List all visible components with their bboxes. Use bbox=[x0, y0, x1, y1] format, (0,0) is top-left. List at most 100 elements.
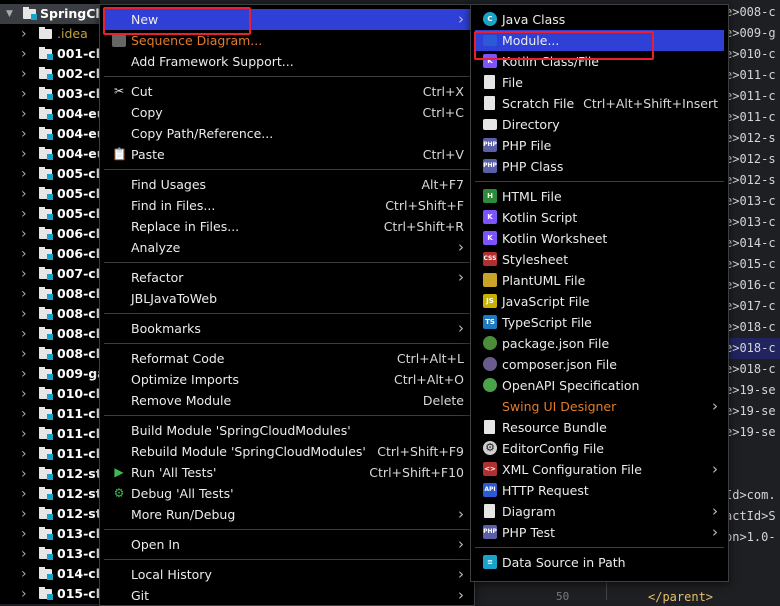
chevron-right-icon[interactable]: › bbox=[21, 444, 27, 464]
chevron-right-icon[interactable]: › bbox=[21, 164, 27, 184]
menu-item-openapi-specification[interactable]: OpenAPI Specification bbox=[475, 375, 724, 396]
menu-item-paste[interactable]: 📋 Paste Ctrl+V bbox=[104, 144, 470, 165]
chevron-right-icon[interactable]: › bbox=[21, 484, 27, 504]
menu-item-composer-json-file[interactable]: composer.json File bbox=[475, 354, 724, 375]
menu-item-java-class[interactable]: C Java Class bbox=[475, 9, 724, 30]
menu-item-html-file[interactable]: H HTML File bbox=[475, 186, 724, 207]
code-line[interactable]: e>011-c bbox=[725, 107, 776, 128]
menu-item-kotlin-worksheet[interactable]: K Kotlin Worksheet bbox=[475, 228, 724, 249]
menu-item-php-file[interactable]: PHP PHP File bbox=[475, 135, 724, 156]
code-line[interactable]: e>010-c bbox=[725, 44, 776, 65]
chevron-right-icon[interactable]: › bbox=[21, 244, 27, 264]
menu-item-scratch-file[interactable]: Scratch File Ctrl+Alt+Shift+Insert bbox=[475, 93, 724, 114]
menu-item-remove-module[interactable]: Remove Module Delete bbox=[104, 390, 470, 411]
menu-item-git[interactable]: Git › bbox=[104, 585, 470, 606]
code-line[interactable]: e>012-s bbox=[725, 149, 776, 170]
menu-item-plantuml-file[interactable]: PlantUML File bbox=[475, 270, 724, 291]
code-line[interactable]: e>016-c bbox=[725, 275, 776, 296]
project-root[interactable]: ▼ SpringClo bbox=[0, 4, 100, 24]
menu-item-run-all-tests[interactable]: ▶ Run 'All Tests' Ctrl+Shift+F10 bbox=[104, 462, 470, 483]
menu-item-jbljavatoweb[interactable]: JBLJavaToWeb bbox=[104, 288, 470, 309]
menu-item-optimize-imports[interactable]: Optimize Imports Ctrl+Alt+O bbox=[104, 369, 470, 390]
code-line[interactable]: e>19-se bbox=[725, 422, 776, 443]
menu-item-open-in[interactable]: Open In › bbox=[104, 534, 470, 555]
code-line[interactable]: e>011-c bbox=[725, 65, 776, 86]
code-line[interactable]: e>011-c bbox=[725, 86, 776, 107]
chevron-right-icon[interactable]: › bbox=[21, 144, 27, 164]
code-line[interactable]: e>017-c bbox=[725, 296, 776, 317]
code-line[interactable]: e>012-s bbox=[725, 170, 776, 191]
chevron-right-icon[interactable]: › bbox=[21, 64, 27, 84]
menu-item-analyze[interactable]: Analyze › bbox=[104, 237, 470, 258]
menu-item-build-module-springcloudmodules[interactable]: Build Module 'SpringCloudModules' bbox=[104, 420, 470, 441]
chevron-right-icon[interactable]: › bbox=[21, 384, 27, 404]
menu-item-data-source-in-path[interactable]: ≡ Data Source in Path bbox=[475, 552, 724, 573]
menu-item-rebuild-module-springcloudmodules[interactable]: Rebuild Module 'SpringCloudModules' Ctrl+… bbox=[104, 441, 470, 462]
chevron-right-icon[interactable]: › bbox=[21, 404, 27, 424]
code-line[interactable]: e>013-c bbox=[725, 212, 776, 233]
chevron-right-icon[interactable]: › bbox=[21, 284, 27, 304]
chevron-right-icon[interactable]: › bbox=[21, 424, 27, 444]
menu-item-find-in-files[interactable]: Find in Files... Ctrl+Shift+F bbox=[104, 195, 470, 216]
menu-item-resource-bundle[interactable]: Resource Bundle bbox=[475, 417, 724, 438]
code-line[interactable]: e>015-c bbox=[725, 254, 776, 275]
chevron-right-icon[interactable]: › bbox=[21, 324, 27, 344]
menu-item-file[interactable]: File bbox=[475, 72, 724, 93]
chevron-right-icon[interactable]: › bbox=[21, 104, 27, 124]
chevron-right-icon[interactable]: › bbox=[21, 564, 27, 584]
code-line[interactable]: e>014-c bbox=[725, 233, 776, 254]
code-line[interactable]: Id>com. bbox=[725, 485, 776, 506]
menu-item-stylesheet[interactable]: CSS Stylesheet bbox=[475, 249, 724, 270]
code-line[interactable]: e>018-c bbox=[725, 317, 776, 338]
chevron-right-icon[interactable]: › bbox=[21, 264, 27, 284]
menu-item-more-run-debug[interactable]: More Run/Debug › bbox=[104, 504, 470, 525]
code-line[interactable]: e>19-se bbox=[725, 380, 776, 401]
chevron-right-icon[interactable]: › bbox=[21, 24, 27, 44]
code-line[interactable]: e>008-c bbox=[725, 2, 776, 23]
menu-item-typescript-file[interactable]: TS TypeScript File bbox=[475, 312, 724, 333]
chevron-right-icon[interactable]: › bbox=[21, 584, 27, 604]
chevron-right-icon[interactable]: › bbox=[21, 204, 27, 224]
chevron-right-icon[interactable]: › bbox=[21, 504, 27, 524]
code-editor[interactable]: e>008-c e>009-g e>010-c e>011-c e>011-c e>011… bbox=[725, 0, 780, 604]
menu-item-kotlin-script[interactable]: K Kotlin Script bbox=[475, 207, 724, 228]
chevron-right-icon[interactable]: › bbox=[21, 364, 27, 384]
code-line[interactable]: e>013-c bbox=[725, 191, 776, 212]
chevron-right-icon[interactable]: › bbox=[21, 124, 27, 144]
chevron-right-icon[interactable]: › bbox=[21, 344, 27, 364]
chevron-right-icon[interactable]: › bbox=[21, 544, 27, 564]
menu-item-copy-path-reference[interactable]: Copy Path/Reference... bbox=[104, 123, 470, 144]
code-line[interactable]: actId>S bbox=[725, 506, 776, 527]
menu-item-refactor[interactable]: Refactor › bbox=[104, 267, 470, 288]
menu-item-diagram[interactable]: Diagram › bbox=[475, 501, 724, 522]
menu-item-php-class[interactable]: PHP PHP Class bbox=[475, 156, 724, 177]
menu-item-swing-ui-designer[interactable]: Swing UI Designer › bbox=[475, 396, 724, 417]
chevron-down-icon[interactable]: ▼ bbox=[6, 4, 13, 24]
menu-item-http-request[interactable]: API HTTP Request bbox=[475, 480, 724, 501]
menu-item-bookmarks[interactable]: Bookmarks › bbox=[104, 318, 470, 339]
code-line[interactable]: e>018-c bbox=[725, 338, 780, 359]
menu-item-local-history[interactable]: Local History › bbox=[104, 564, 470, 585]
menu-item-add-framework-support[interactable]: Add Framework Support... bbox=[104, 51, 470, 72]
menu-item-javascript-file[interactable]: JS JavaScript File bbox=[475, 291, 724, 312]
menu-item-editorconfig-file[interactable]: ⚙ EditorConfig File bbox=[475, 438, 724, 459]
menu-item-reformat-code[interactable]: Reformat Code Ctrl+Alt+L bbox=[104, 348, 470, 369]
chevron-right-icon[interactable]: › bbox=[21, 224, 27, 244]
menu-item-copy[interactable]: Copy Ctrl+C bbox=[104, 102, 470, 123]
code-line[interactable]: on>1.0- bbox=[725, 527, 776, 548]
menu-item-cut[interactable]: ✂ Cut Ctrl+X bbox=[104, 81, 470, 102]
chevron-right-icon[interactable]: › bbox=[21, 524, 27, 544]
code-line[interactable]: e>009-g bbox=[725, 23, 776, 44]
menu-item-find-usages[interactable]: Find Usages Alt+F7 bbox=[104, 174, 470, 195]
chevron-right-icon[interactable]: › bbox=[21, 304, 27, 324]
chevron-right-icon[interactable]: › bbox=[21, 44, 27, 64]
code-line[interactable]: e>19-se bbox=[725, 401, 776, 422]
code-line[interactable]: e>012-s bbox=[725, 128, 776, 149]
code-line[interactable]: e>018-c bbox=[725, 359, 776, 380]
chevron-right-icon[interactable]: › bbox=[21, 184, 27, 204]
chevron-right-icon[interactable]: › bbox=[21, 464, 27, 484]
menu-item-xml-configuration-file[interactable]: <> XML Configuration File › bbox=[475, 459, 724, 480]
menu-item-directory[interactable]: Directory bbox=[475, 114, 724, 135]
menu-item-php-test[interactable]: PHP PHP Test › bbox=[475, 522, 724, 543]
menu-item-replace-in-files[interactable]: Replace in Files... Ctrl+Shift+R bbox=[104, 216, 470, 237]
